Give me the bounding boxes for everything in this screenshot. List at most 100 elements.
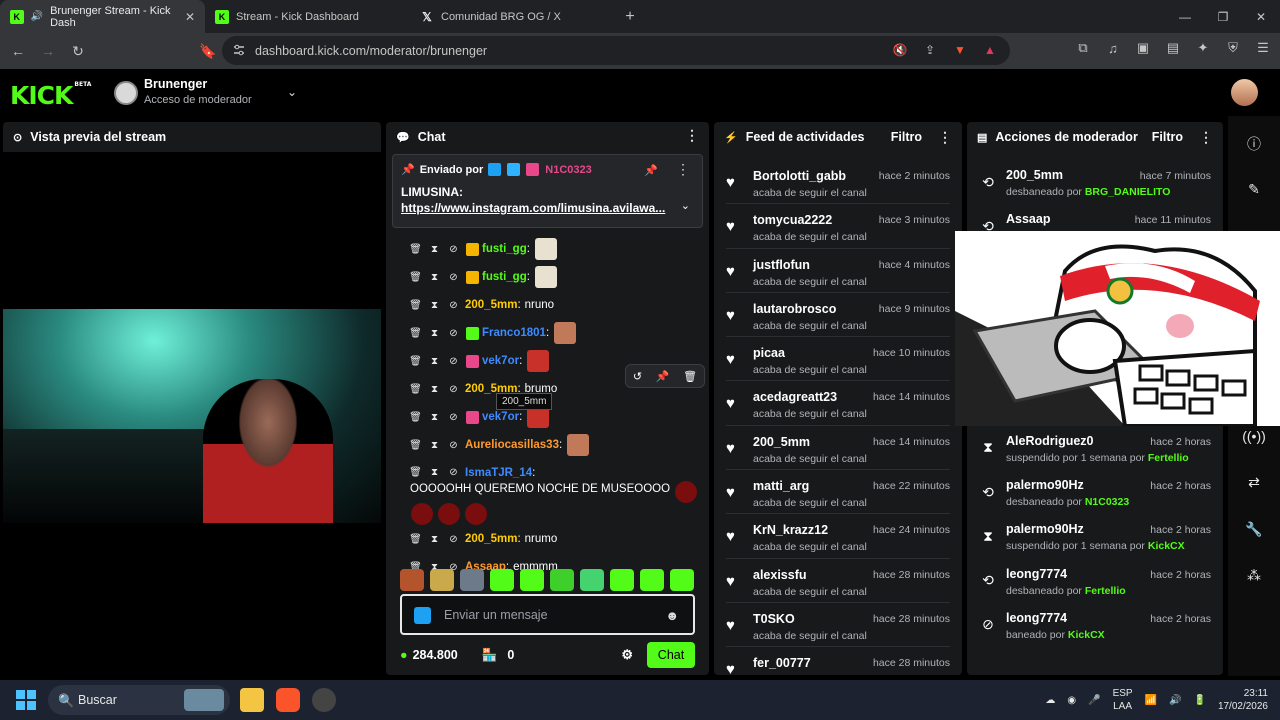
ban-user-icon[interactable]: ⊘	[444, 412, 463, 423]
site-info-icon[interactable]	[232, 43, 246, 57]
leo-ai-icon[interactable]: ✦	[1194, 39, 1212, 57]
mod-action-user[interactable]: palermo90Hz	[1006, 478, 1084, 492]
wallet-icon[interactable]: ▤	[1164, 39, 1182, 57]
reload-icon[interactable]: ↻	[66, 39, 90, 63]
mod-options-icon[interactable]: ⋮	[1199, 130, 1213, 144]
timeout-user-icon[interactable]: ⧗	[425, 328, 444, 339]
onedrive-icon[interactable]: ☁	[1045, 695, 1055, 706]
follower-name[interactable]: acedagreatt23	[753, 390, 837, 404]
ban-user-icon[interactable]: ⊘	[444, 328, 463, 339]
emote-button[interactable]	[640, 569, 664, 591]
mod-action-by[interactable]: Fertellio	[1085, 585, 1126, 597]
chat-message[interactable]: 🗑 ⧗ ⊘ fusti_gg:	[386, 235, 709, 263]
address-bar[interactable]: dashboard.kick.com/moderator/brunenger 🔇…	[222, 36, 1010, 65]
delete-message-icon[interactable]: 🗑	[406, 272, 425, 283]
ban-user-icon[interactable]: ⊘	[444, 244, 463, 255]
app-tray-icon[interactable]: ◉	[1067, 695, 1076, 706]
mod-action-item[interactable]: ⊘ leong7774 baneado por KickCX hace 2 horas	[977, 603, 1211, 647]
chat-username[interactable]: vek7or	[482, 355, 519, 367]
chat-username[interactable]: vek7or	[482, 411, 519, 423]
activity-feed-item[interactable]: ♥ alexissfu acaba de seguir el canal hace 2…	[726, 559, 950, 603]
brave-rewards-icon[interactable]: ▲	[982, 42, 998, 58]
forward-icon[interactable]: →	[36, 39, 60, 63]
follower-name[interactable]: alexissfu	[753, 568, 807, 582]
screenshot-icon[interactable]: ⧉	[1074, 39, 1092, 57]
close-tab-icon[interactable]: ✕	[185, 10, 195, 24]
follower-name[interactable]: Bortolotti_gabb	[753, 169, 846, 183]
activity-feed-item[interactable]: ♥ Bortolotti_gabb acaba de seguir el canal…	[726, 160, 950, 205]
mod-action-user[interactable]: Assaap	[1006, 212, 1050, 226]
chat-message[interactable]: 🗑 ⧗ ⊘ 200_5mm: nrumo	[386, 525, 709, 553]
language-indicator[interactable]: ESP LAA	[1113, 687, 1133, 713]
activity-feed-item[interactable]: ♥ picaa acaba de seguir el canal hace 10 mi…	[726, 337, 950, 382]
ban-user-icon[interactable]: ⊘	[444, 356, 463, 367]
activity-feed-item[interactable]: ♥ lautarobrosco acaba de seguir el canal ha…	[726, 293, 950, 338]
ban-user-icon[interactable]: ⊘	[444, 300, 463, 311]
delete-message-icon[interactable]: 🗑	[406, 244, 425, 255]
menu-icon[interactable]: ☰	[1254, 39, 1272, 57]
timeout-user-icon[interactable]: ⧗	[425, 384, 444, 395]
restore-icon[interactable]: ❐	[1204, 0, 1242, 33]
browser-tab-1[interactable]: K 🔊 Brunenger Stream - Kick Dash ✕	[0, 0, 205, 33]
timeout-user-icon[interactable]: ⧗	[425, 300, 444, 311]
delete-message-icon[interactable]: 🗑	[406, 328, 425, 339]
delete-message-icon[interactable]: 🗑	[406, 384, 425, 395]
mod-action-item[interactable]: ⟲ 200_5mm desbaneado por BRG_DANIELITO hace…	[977, 160, 1211, 204]
chat-message-input[interactable]: Enviar un mensaje ☻	[400, 594, 695, 635]
timeout-user-icon[interactable]: ⧗	[425, 440, 444, 451]
delete-message-icon[interactable]: 🗑	[406, 412, 425, 423]
pinned-message-link[interactable]: https://www.instagram.com/limusina.avila…	[401, 201, 665, 215]
stream-video[interactable]	[3, 309, 381, 523]
timeout-user-icon[interactable]: ⧗	[425, 465, 444, 481]
emote-button[interactable]	[550, 569, 574, 591]
follower-name[interactable]: picaa	[753, 346, 785, 360]
emoji-picker-icon[interactable]: ☻	[665, 608, 679, 623]
follower-name[interactable]: 200_5mm	[753, 435, 810, 449]
pin-message-icon[interactable]: 📌	[656, 370, 670, 383]
sidebar-icon[interactable]: ▣	[1134, 39, 1152, 57]
pinned-message[interactable]: 📌 Enviado por N1C0323 LIMUSINA: https://…	[392, 154, 703, 228]
volume-icon[interactable]: 🔊	[1169, 695, 1181, 706]
app-icon[interactable]	[312, 688, 336, 712]
mod-action-user[interactable]: palermo90Hz	[1006, 522, 1084, 536]
pinned-sender[interactable]: N1C0323	[545, 164, 591, 176]
layout-icon[interactable]: ⇄	[1245, 473, 1263, 491]
chat-username[interactable]: IsmaTJR_14	[465, 465, 532, 481]
bookmark-icon[interactable]: 🔖	[196, 39, 220, 63]
mod-action-by[interactable]: N1C0323	[1085, 496, 1129, 508]
emote-button[interactable]	[460, 569, 484, 591]
feed-options-icon[interactable]: ⋮	[938, 130, 952, 144]
mod-action-by[interactable]: Fertellio	[1148, 452, 1189, 464]
emote-button[interactable]	[580, 569, 604, 591]
back-icon[interactable]: ←	[6, 39, 30, 63]
chat-settings-icon[interactable]: ⚙	[621, 647, 633, 663]
timeout-user-icon[interactable]: ⧗	[425, 272, 444, 283]
follower-name[interactable]: justflofun	[753, 258, 810, 272]
music-icon[interactable]: ♫	[1104, 39, 1122, 57]
emote-button[interactable]	[610, 569, 634, 591]
wrench-icon[interactable]: 🔧	[1245, 520, 1263, 538]
send-chat-button[interactable]: Chat	[647, 642, 695, 668]
user-avatar[interactable]	[1231, 79, 1258, 106]
mod-action-user[interactable]: 200_5mm	[1006, 168, 1063, 182]
brave-shield-icon[interactable]: ▼	[952, 42, 968, 58]
mod-action-user[interactable]: leong7774	[1006, 611, 1067, 625]
unpin-icon[interactable]: 📌	[644, 164, 658, 177]
pinned-options-icon[interactable]: ⋮	[676, 162, 690, 176]
chat-username[interactable]: fusti_gg	[482, 243, 527, 255]
emote-button[interactable]	[670, 569, 694, 591]
mod-action-item[interactable]: ⧗ AleRodriguez0 suspendido por 1 semana po…	[977, 426, 1211, 470]
kick-logo[interactable]: KICK BETA	[10, 81, 91, 110]
activity-feed-item[interactable]: ♥ KrN_krazz12 acaba de seguir el canal hace…	[726, 514, 950, 559]
emote-button[interactable]	[490, 569, 514, 591]
chat-username[interactable]: 200_5mm	[465, 299, 517, 311]
edit-icon[interactable]: ✎	[1245, 180, 1263, 198]
follower-name[interactable]: tomycua2222	[753, 213, 832, 227]
timeout-user-icon[interactable]: ⧗	[425, 356, 444, 367]
mod-action-item[interactable]: ⟲ leong7774 desbaneado por Fertellio hace 2…	[977, 559, 1211, 603]
activity-feed-item[interactable]: ♥ acedagreatt23 acaba de seguir el canal ha…	[726, 381, 950, 426]
chat-message[interactable]: 🗑 ⧗ ⊘ 200_5mm: nruno	[386, 291, 709, 319]
delete-message-icon[interactable]: 🗑	[406, 300, 425, 311]
activity-feed-item[interactable]: ♥ T0SKO acaba de seguir el canal hace 28 mi…	[726, 603, 950, 648]
vpn-icon[interactable]: ⛨	[1224, 39, 1242, 57]
